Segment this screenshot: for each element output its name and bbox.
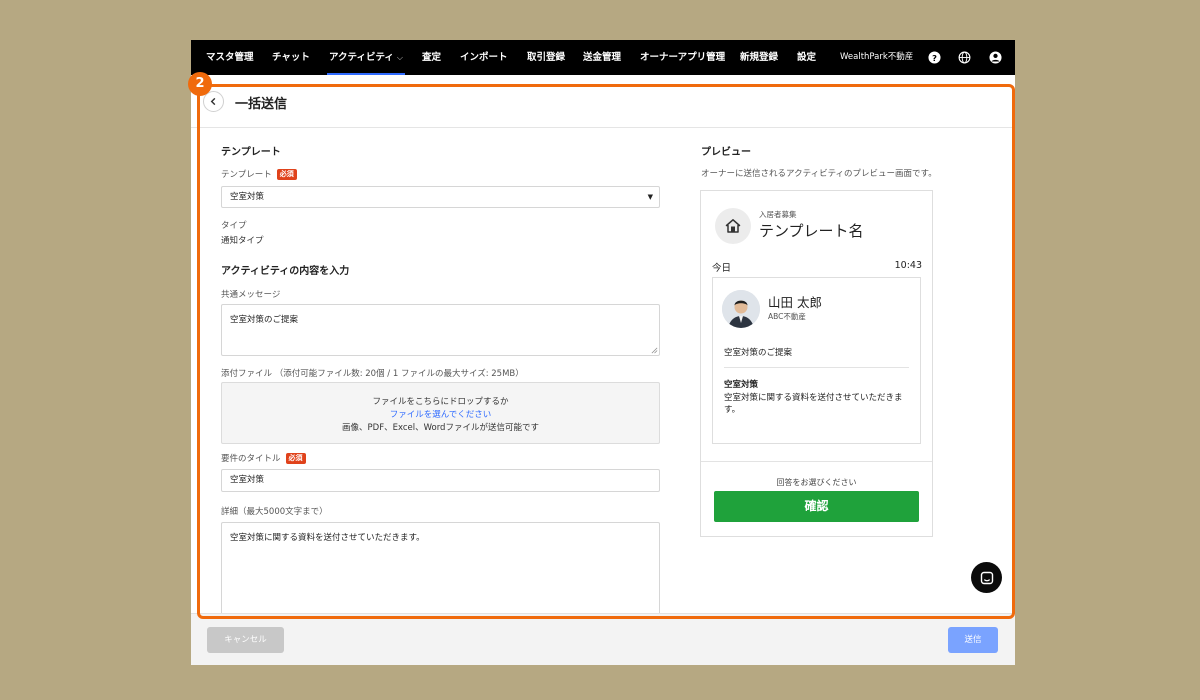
app-window: マスタ管理 チャット アクティビティ ⌵ 査定 インポート 取引登録 送金管理 オ… bbox=[191, 40, 1015, 665]
nav-item-import[interactable]: インポート bbox=[460, 40, 508, 75]
answer-prompt: 回答をお選びください bbox=[776, 478, 857, 487]
type-value: 通知タイプ bbox=[221, 236, 264, 246]
preview-card: 入居者募集 テンプレート名 今日 10:43 山田 太郎 ABC不動産 空室対策… bbox=[700, 190, 933, 537]
required-badge: 必須 bbox=[276, 168, 297, 180]
nav-item-master[interactable]: マスタ管理 bbox=[206, 40, 254, 75]
detail-label: 詳細（最大5000文字まで） bbox=[221, 507, 328, 517]
template-select[interactable]: 空室対策 ▼ bbox=[221, 186, 660, 208]
common-message-textarea[interactable]: 空室対策のご提案 bbox=[221, 304, 660, 356]
help-icon[interactable]: ? bbox=[928, 51, 941, 64]
step-badge: 2 bbox=[188, 72, 212, 96]
template-label-text: テンプレート bbox=[221, 170, 272, 180]
nav-item-owner-app[interactable]: オーナーアプリ管理 bbox=[640, 40, 725, 75]
title-label: 要件のタイトル 必須 bbox=[221, 452, 306, 464]
required-badge: 必須 bbox=[285, 452, 306, 464]
cancel-button[interactable]: キャンセル bbox=[207, 627, 284, 653]
caret-down-icon: ▼ bbox=[647, 193, 653, 201]
nav-item-activity[interactable]: アクティビティ ⌵ bbox=[327, 40, 405, 75]
nav-item-new-registration[interactable]: 新規登録 bbox=[740, 40, 778, 75]
top-nav: マスタ管理 チャット アクティビティ ⌵ 査定 インポート 取引登録 送金管理 オ… bbox=[191, 40, 1015, 75]
send-button[interactable]: 送信 bbox=[948, 627, 998, 653]
title-label-text: 要件のタイトル bbox=[221, 454, 281, 464]
svg-text:?: ? bbox=[932, 53, 937, 63]
date-label: 今日 bbox=[712, 263, 732, 274]
choose-file-link[interactable]: ファイルを選んでください bbox=[222, 408, 659, 420]
chevron-down-icon: ⌵ bbox=[396, 53, 403, 62]
title-input[interactable]: 空室対策 bbox=[221, 469, 660, 492]
avatar bbox=[722, 290, 760, 328]
chevron-left-icon bbox=[210, 97, 216, 106]
time-label: 10:43 bbox=[894, 260, 922, 271]
file-dropzone[interactable]: ファイルをこちらにドロップするか ファイルを選んでください 画像、PDF、Exc… bbox=[221, 382, 660, 444]
brand-name: WealthPark不動産 bbox=[840, 52, 914, 62]
page-title: 一括送信 bbox=[235, 97, 288, 112]
template-label: テンプレート 必須 bbox=[221, 168, 297, 180]
nav-item-chat[interactable]: チャット bbox=[272, 40, 310, 75]
home-icon bbox=[715, 208, 751, 244]
resize-handle-icon[interactable] bbox=[651, 347, 658, 354]
detail-value: 空室対策に関する資料を送付させていただきます。 bbox=[230, 533, 425, 543]
message-card: 山田 太郎 ABC不動産 空室対策のご提案 空室対策 空室対策に関する資料を送付… bbox=[712, 277, 921, 444]
divider bbox=[724, 367, 909, 368]
detail-textarea[interactable]: 空室対策に関する資料を送付させていただきます。 bbox=[221, 522, 660, 622]
title-input-value: 空室対策 bbox=[230, 475, 265, 485]
footer-bar: キャンセル 送信 bbox=[191, 613, 1015, 665]
content-section-title: アクティビティの内容を入力 bbox=[221, 266, 350, 277]
dropzone-hint: 画像、PDF、Excel、Wordファイルが送信可能です bbox=[342, 423, 539, 433]
common-message-label: 共通メッセージ bbox=[221, 290, 281, 300]
nav-item-activity-label: アクティビティ bbox=[329, 52, 394, 63]
page-header: 一括送信 bbox=[191, 75, 1015, 128]
attachment-label: 添付ファイル （添付可能ファイル数: 20個 / 1 ファイルの最大サイズ: 2… bbox=[221, 369, 524, 379]
sender-company: ABC不動産 bbox=[768, 312, 806, 321]
sender-name: 山田 太郎 bbox=[768, 295, 822, 310]
dropzone-text: ファイルをこちらにドロップするか bbox=[372, 397, 509, 407]
type-label: タイプ bbox=[221, 221, 247, 231]
message-detail: 空室対策に関する資料を送付させていただきます。 bbox=[724, 393, 903, 415]
message-text: 空室対策のご提案 bbox=[724, 348, 793, 358]
template-section-title: テンプレート bbox=[221, 147, 281, 158]
message-title: 空室対策 bbox=[724, 380, 759, 390]
template-name: テンプレート名 bbox=[759, 222, 864, 240]
chat-icon bbox=[980, 571, 993, 584]
template-select-value: 空室対策 bbox=[230, 192, 265, 202]
nav-item-settings[interactable]: 設定 bbox=[797, 40, 816, 75]
nav-item-transaction[interactable]: 取引登録 bbox=[527, 40, 565, 75]
confirm-button[interactable]: 確認 bbox=[714, 491, 919, 522]
preview-description: オーナーに送信されるアクティビティのプレビュー画面です。 bbox=[701, 169, 937, 179]
nav-item-assessment[interactable]: 査定 bbox=[422, 40, 441, 75]
chat-support-button[interactable] bbox=[971, 562, 1002, 593]
activity-category: 入居者募集 bbox=[759, 210, 797, 219]
divider bbox=[701, 461, 932, 462]
user-account-icon[interactable] bbox=[989, 51, 1002, 64]
preview-section-title: プレビュー bbox=[701, 147, 751, 158]
globe-icon[interactable] bbox=[958, 51, 971, 64]
common-message-value: 空室対策のご提案 bbox=[230, 315, 299, 325]
nav-item-remittance[interactable]: 送金管理 bbox=[583, 40, 621, 75]
